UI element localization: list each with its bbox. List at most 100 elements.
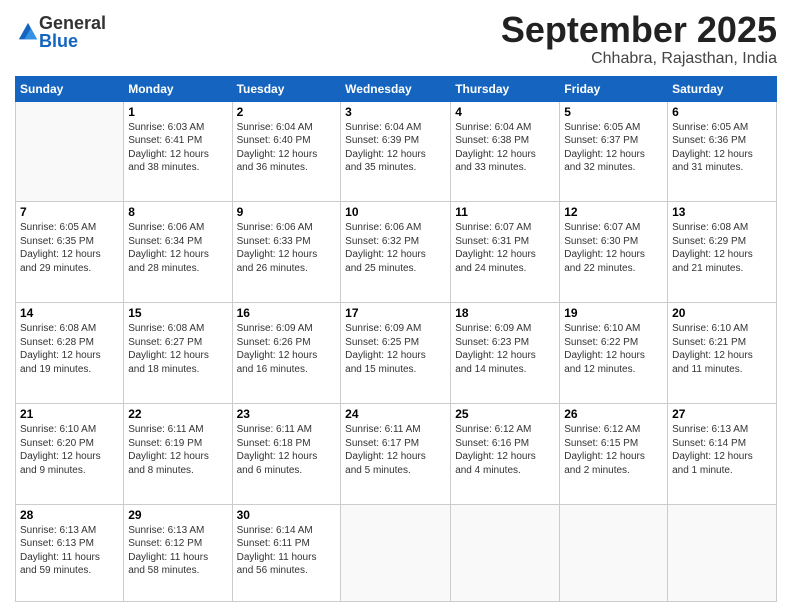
day-number: 25 [455, 407, 555, 421]
calendar-cell: 5 Sunrise: 6:05 AMSunset: 6:37 PMDaylight… [560, 101, 668, 202]
month-title: September 2025 [501, 10, 777, 50]
calendar-table: SundayMondayTuesdayWednesdayThursdayFrid… [15, 76, 777, 602]
calendar-cell: 15 Sunrise: 6:08 AMSunset: 6:27 PMDayligh… [124, 303, 232, 404]
day-info: Sunrise: 6:08 AMSunset: 6:28 PMDaylight:… [20, 322, 119, 376]
day-number: 28 [20, 508, 119, 522]
day-number: 3 [345, 105, 446, 119]
day-number: 19 [564, 306, 663, 320]
calendar-cell: 23 Sunrise: 6:11 AMSunset: 6:18 PMDayligh… [232, 404, 341, 505]
calendar-week-1: 1 Sunrise: 6:03 AMSunset: 6:41 PMDaylight… [16, 101, 777, 202]
day-number: 16 [237, 306, 337, 320]
day-number: 6 [672, 105, 772, 119]
day-info: Sunrise: 6:08 AMSunset: 6:29 PMDaylight:… [672, 221, 772, 275]
day-number: 21 [20, 407, 119, 421]
calendar-header-friday: Friday [560, 76, 668, 101]
calendar-cell [668, 504, 777, 601]
day-info: Sunrise: 6:12 AMSunset: 6:15 PMDaylight:… [564, 423, 663, 477]
day-info: Sunrise: 6:11 AMSunset: 6:19 PMDaylight:… [128, 423, 227, 477]
calendar-header-tuesday: Tuesday [232, 76, 341, 101]
title-block: September 2025 Chhabra, Rajasthan, India [501, 10, 777, 68]
day-info: Sunrise: 6:12 AMSunset: 6:16 PMDaylight:… [455, 423, 555, 477]
day-number: 14 [20, 306, 119, 320]
day-number: 2 [237, 105, 337, 119]
calendar-cell [341, 504, 451, 601]
day-info: Sunrise: 6:07 AMSunset: 6:30 PMDaylight:… [564, 221, 663, 275]
logo-blue: Blue [39, 32, 106, 50]
calendar-cell: 28 Sunrise: 6:13 AMSunset: 6:13 PMDayligh… [16, 504, 124, 601]
calendar-header-thursday: Thursday [451, 76, 560, 101]
day-number: 5 [564, 105, 663, 119]
day-info: Sunrise: 6:06 AMSunset: 6:34 PMDaylight:… [128, 221, 227, 275]
day-info: Sunrise: 6:14 AMSunset: 6:11 PMDaylight:… [237, 524, 337, 578]
calendar-week-2: 7 Sunrise: 6:05 AMSunset: 6:35 PMDaylight… [16, 202, 777, 303]
calendar-cell: 25 Sunrise: 6:12 AMSunset: 6:16 PMDayligh… [451, 404, 560, 505]
day-info: Sunrise: 6:07 AMSunset: 6:31 PMDaylight:… [455, 221, 555, 275]
calendar-header-sunday: Sunday [16, 76, 124, 101]
calendar-cell: 10 Sunrise: 6:06 AMSunset: 6:32 PMDayligh… [341, 202, 451, 303]
day-info: Sunrise: 6:06 AMSunset: 6:32 PMDaylight:… [345, 221, 446, 275]
day-info: Sunrise: 6:03 AMSunset: 6:41 PMDaylight:… [128, 121, 227, 175]
calendar-cell: 22Sunrise: 6:11 AMSunset: 6:19 PMDayligh… [124, 404, 232, 505]
calendar-cell: 1 Sunrise: 6:03 AMSunset: 6:41 PMDaylight… [124, 101, 232, 202]
day-number: 9 [237, 205, 337, 219]
calendar-cell [16, 101, 124, 202]
day-number: 15 [128, 306, 227, 320]
calendar-cell: 30Sunrise: 6:14 AMSunset: 6:11 PMDayligh… [232, 504, 341, 601]
day-number: 8 [128, 205, 227, 219]
day-number: 17 [345, 306, 446, 320]
day-number: 10 [345, 205, 446, 219]
calendar-cell: 12Sunrise: 6:07 AMSunset: 6:30 PMDayligh… [560, 202, 668, 303]
logo-text: General Blue [39, 14, 106, 50]
header: General Blue September 2025 Chhabra, Raj… [15, 10, 777, 68]
day-info: Sunrise: 6:13 AMSunset: 6:12 PMDaylight:… [128, 524, 227, 578]
calendar-cell [560, 504, 668, 601]
day-info: Sunrise: 6:04 AMSunset: 6:40 PMDaylight:… [237, 121, 337, 175]
day-info: Sunrise: 6:04 AMSunset: 6:38 PMDaylight:… [455, 121, 555, 175]
day-info: Sunrise: 6:05 AMSunset: 6:37 PMDaylight:… [564, 121, 663, 175]
calendar-cell: 26Sunrise: 6:12 AMSunset: 6:15 PMDayligh… [560, 404, 668, 505]
day-info: Sunrise: 6:09 AMSunset: 6:25 PMDaylight:… [345, 322, 446, 376]
calendar-header-saturday: Saturday [668, 76, 777, 101]
calendar-cell: 13 Sunrise: 6:08 AMSunset: 6:29 PMDayligh… [668, 202, 777, 303]
calendar-cell: 2 Sunrise: 6:04 AMSunset: 6:40 PMDaylight… [232, 101, 341, 202]
day-info: Sunrise: 6:10 AMSunset: 6:20 PMDaylight:… [20, 423, 119, 477]
day-number: 7 [20, 205, 119, 219]
calendar-cell: 29 Sunrise: 6:13 AMSunset: 6:12 PMDayligh… [124, 504, 232, 601]
calendar-cell: 3 Sunrise: 6:04 AMSunset: 6:39 PMDaylight… [341, 101, 451, 202]
day-number: 23 [237, 407, 337, 421]
calendar-cell: 9Sunrise: 6:06 AMSunset: 6:33 PMDaylight… [232, 202, 341, 303]
day-info: Sunrise: 6:10 AMSunset: 6:21 PMDaylight:… [672, 322, 772, 376]
day-number: 11 [455, 205, 555, 219]
day-info: Sunrise: 6:08 AMSunset: 6:27 PMDaylight:… [128, 322, 227, 376]
calendar-cell: 19 Sunrise: 6:10 AMSunset: 6:22 PMDayligh… [560, 303, 668, 404]
calendar-cell: 18Sunrise: 6:09 AMSunset: 6:23 PMDayligh… [451, 303, 560, 404]
day-info: Sunrise: 6:13 AMSunset: 6:13 PMDaylight:… [20, 524, 119, 578]
logo: General Blue [15, 14, 106, 50]
calendar-cell: 24Sunrise: 6:11 AMSunset: 6:17 PMDayligh… [341, 404, 451, 505]
calendar-week-5: 28 Sunrise: 6:13 AMSunset: 6:13 PMDayligh… [16, 504, 777, 601]
calendar-cell: 7 Sunrise: 6:05 AMSunset: 6:35 PMDaylight… [16, 202, 124, 303]
calendar-cell [451, 504, 560, 601]
day-number: 29 [128, 508, 227, 522]
day-info: Sunrise: 6:09 AMSunset: 6:23 PMDaylight:… [455, 322, 555, 376]
day-info: Sunrise: 6:13 AMSunset: 6:14 PMDaylight:… [672, 423, 772, 477]
day-info: Sunrise: 6:04 AMSunset: 6:39 PMDaylight:… [345, 121, 446, 175]
calendar-cell: 8 Sunrise: 6:06 AMSunset: 6:34 PMDaylight… [124, 202, 232, 303]
day-info: Sunrise: 6:11 AMSunset: 6:18 PMDaylight:… [237, 423, 337, 477]
day-info: Sunrise: 6:05 AMSunset: 6:35 PMDaylight:… [20, 221, 119, 275]
day-number: 20 [672, 306, 772, 320]
day-number: 27 [672, 407, 772, 421]
calendar-week-3: 14 Sunrise: 6:08 AMSunset: 6:28 PMDayligh… [16, 303, 777, 404]
day-number: 13 [672, 205, 772, 219]
day-number: 1 [128, 105, 227, 119]
logo-icon [17, 21, 39, 43]
calendar-header-monday: Monday [124, 76, 232, 101]
day-info: Sunrise: 6:10 AMSunset: 6:22 PMDaylight:… [564, 322, 663, 376]
calendar-header-row: SundayMondayTuesdayWednesdayThursdayFrid… [16, 76, 777, 101]
calendar-cell: 6Sunrise: 6:05 AMSunset: 6:36 PMDaylight… [668, 101, 777, 202]
calendar-cell: 17 Sunrise: 6:09 AMSunset: 6:25 PMDayligh… [341, 303, 451, 404]
calendar-cell: 16 Sunrise: 6:09 AMSunset: 6:26 PMDayligh… [232, 303, 341, 404]
calendar-cell: 4Sunrise: 6:04 AMSunset: 6:38 PMDaylight… [451, 101, 560, 202]
day-info: Sunrise: 6:09 AMSunset: 6:26 PMDaylight:… [237, 322, 337, 376]
calendar-cell: 14 Sunrise: 6:08 AMSunset: 6:28 PMDayligh… [16, 303, 124, 404]
